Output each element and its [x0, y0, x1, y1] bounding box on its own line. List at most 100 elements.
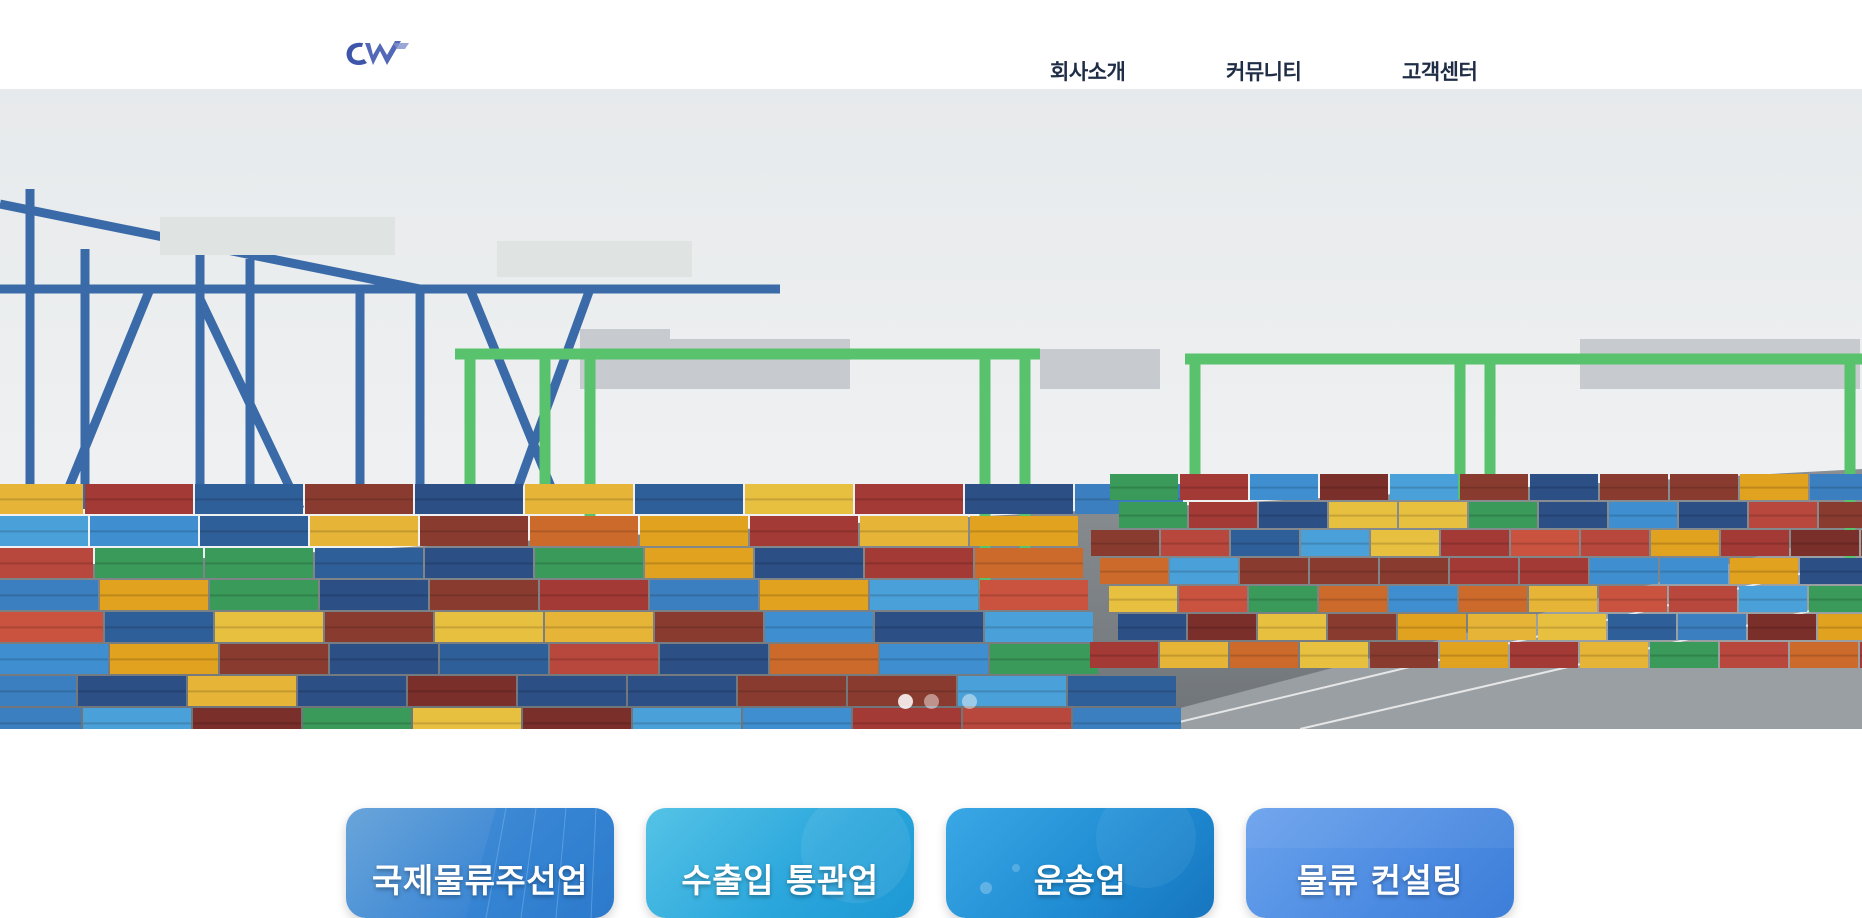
container-rib — [628, 690, 736, 693]
container-rib — [105, 626, 213, 629]
container-rib — [440, 658, 548, 661]
container-rib — [1459, 598, 1527, 601]
container-rib — [1740, 486, 1808, 489]
nav-item-customer-center[interactable]: 고객센터 — [1402, 56, 1478, 86]
shipping-container — [193, 708, 301, 729]
container-rib — [755, 562, 863, 565]
container-rib — [310, 530, 418, 533]
container-rib — [0, 690, 76, 693]
container-rib — [305, 498, 413, 501]
container-rib — [550, 658, 658, 661]
container-rib — [970, 530, 1078, 533]
container-rib — [1581, 542, 1649, 545]
container-rib — [1730, 570, 1798, 573]
slider-dot-2[interactable] — [924, 694, 939, 709]
container-rib — [85, 498, 193, 501]
container-rib — [650, 594, 758, 597]
container-rib — [990, 658, 1098, 661]
container-rib — [875, 626, 983, 629]
container-rib — [743, 722, 851, 725]
container-rib — [1510, 654, 1578, 657]
container-rib — [1161, 542, 1229, 545]
container-rib — [1609, 514, 1677, 517]
container-rib — [1389, 598, 1457, 601]
container-port-photo — [0, 89, 1862, 729]
container-rib — [1739, 598, 1807, 601]
container-rib — [980, 594, 1088, 597]
service-card-title: 운송업 — [1033, 861, 1127, 900]
container-rib — [420, 530, 528, 533]
container-rib — [330, 658, 438, 661]
container-rib — [1231, 542, 1299, 545]
container-rib — [1398, 626, 1466, 629]
container-rib — [1670, 486, 1738, 489]
container-rib — [0, 594, 98, 597]
container-rib — [1179, 598, 1247, 601]
container-rib — [1440, 654, 1508, 657]
service-card-title: 국제물류주선업 — [371, 861, 589, 900]
container-rib — [525, 498, 633, 501]
container-rib — [1090, 654, 1158, 657]
container-rib — [1259, 514, 1327, 517]
container-rib — [1230, 654, 1298, 657]
container-rib — [1749, 514, 1817, 517]
container-rib — [1380, 570, 1448, 573]
container-rib — [83, 722, 191, 725]
shipping-container — [303, 708, 411, 729]
container-rib — [1600, 486, 1668, 489]
container-rib — [1790, 654, 1858, 657]
nav-item-company[interactable]: 회사소개 — [1050, 56, 1126, 86]
container-rib — [1399, 514, 1467, 517]
container-rib — [530, 530, 638, 533]
slider-dot-3[interactable] — [962, 694, 977, 709]
container-rib — [1258, 626, 1326, 629]
container-rib — [193, 722, 301, 725]
container-rib — [1441, 542, 1509, 545]
container-rib — [320, 594, 428, 597]
container-rib — [430, 594, 538, 597]
service-card-title: 물류 컨설팅 — [1296, 861, 1464, 900]
container-rib — [95, 562, 203, 565]
nav-item-community[interactable]: 커뮤니티 — [1226, 56, 1302, 86]
shipping-container — [1073, 708, 1181, 729]
container-rib — [1170, 570, 1238, 573]
service-card-forwarding[interactable]: 국제물류주선업 — [346, 808, 614, 918]
service-card-consulting[interactable]: 물류 컨설팅 — [1246, 808, 1514, 918]
container-rib — [635, 498, 743, 501]
slider-dot-1[interactable] — [898, 694, 913, 709]
container-rib — [220, 658, 328, 661]
container-rib — [195, 498, 303, 501]
hero-slider-dots — [0, 694, 1862, 710]
container-rib — [1100, 570, 1168, 573]
container-rib — [298, 690, 406, 693]
container-rib — [1250, 486, 1318, 489]
container-rib — [750, 530, 858, 533]
container-rib — [1520, 570, 1588, 573]
container-rib — [965, 498, 1073, 501]
container-rib — [415, 498, 523, 501]
container-rib — [90, 530, 198, 533]
container-rib — [1748, 626, 1816, 629]
container-rib — [1669, 598, 1737, 601]
container-rib — [1791, 542, 1859, 545]
service-card-transport[interactable]: 운송업 — [946, 808, 1214, 918]
container-rib — [1320, 486, 1388, 489]
container-rib — [535, 562, 643, 565]
container-rib — [1590, 570, 1658, 573]
container-rib — [325, 626, 433, 629]
container-rib — [1091, 542, 1159, 545]
container-rib — [303, 722, 411, 725]
container-rib — [1660, 570, 1728, 573]
container-rib — [1720, 654, 1788, 657]
container-rib — [853, 722, 961, 725]
container-rib — [1679, 514, 1747, 517]
service-card-customs[interactable]: 수출입 통관업 — [646, 808, 914, 918]
container-rib — [435, 626, 543, 629]
container-rib — [1370, 654, 1438, 657]
container-rib — [1068, 690, 1176, 693]
container-rib — [1538, 626, 1606, 629]
container-rib — [855, 498, 963, 501]
container-rib — [1319, 598, 1387, 601]
container-rib — [765, 626, 873, 629]
container-rib — [0, 530, 88, 533]
